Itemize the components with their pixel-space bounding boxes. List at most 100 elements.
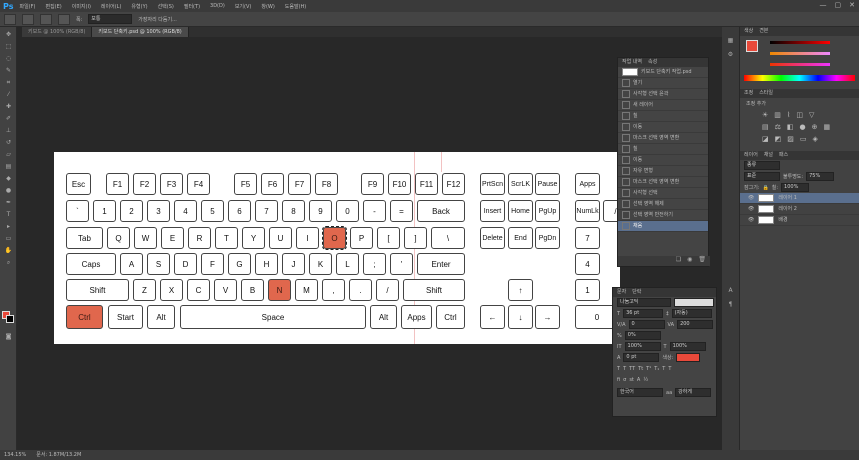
key-left-alt[interactable]: Alt: [147, 305, 175, 329]
balance-icon[interactable]: ⚖: [775, 123, 781, 131]
key-arrow-down[interactable]: ↓: [508, 305, 533, 329]
key-f12[interactable]: F12: [442, 173, 465, 195]
key-apps[interactable]: Apps: [401, 305, 432, 329]
fill-input[interactable]: 100%: [781, 183, 810, 192]
history-item[interactable]: 마스크 선택 영역 변환: [618, 177, 708, 188]
bw-icon[interactable]: ◧: [787, 123, 794, 131]
titling-icon[interactable]: A: [637, 377, 640, 383]
key-y[interactable]: Y: [242, 227, 265, 249]
menu-layer[interactable]: 레이어(L): [101, 3, 122, 10]
key-semicolon[interactable]: ;: [363, 253, 386, 275]
tool-preset-button[interactable]: [4, 13, 16, 25]
brightness-icon[interactable]: ☀: [762, 111, 768, 119]
camera-icon[interactable]: ◉: [687, 256, 692, 266]
key-right-bracket[interactable]: ]: [404, 227, 427, 249]
key-k[interactable]: K: [309, 253, 332, 275]
quick-mask-icon[interactable]: ◙: [4, 333, 13, 340]
anti-alias-select[interactable]: 강하게: [675, 388, 712, 397]
dodge-tool-icon[interactable]: ●: [4, 187, 13, 194]
key-minus[interactable]: -: [363, 200, 386, 222]
key-f3[interactable]: F3: [160, 173, 183, 195]
tab-paragraph[interactable]: 단락: [632, 288, 641, 297]
mixer-icon[interactable]: ⊕: [812, 123, 818, 131]
eye-icon[interactable]: 👁: [748, 193, 754, 203]
key-a[interactable]: A: [120, 253, 143, 275]
key-m[interactable]: M: [295, 279, 318, 301]
key-1[interactable]: 1: [93, 200, 116, 222]
paragraph-panel-icon[interactable]: ¶: [726, 301, 735, 308]
key-f8[interactable]: F8: [315, 173, 338, 195]
key-pause[interactable]: Pause: [535, 173, 560, 195]
key-p[interactable]: P: [350, 227, 373, 249]
move-tool-icon[interactable]: ✥: [4, 31, 13, 38]
eraser-tool-icon[interactable]: ▱: [4, 151, 13, 158]
menu-3d[interactable]: 3D(D): [210, 3, 225, 9]
menu-view[interactable]: 보기(V): [235, 3, 252, 10]
font-style-select[interactable]: [674, 298, 714, 307]
history-item[interactable]: 선택 영역 반전하기: [618, 210, 708, 221]
marquee-tool-icon[interactable]: ⬚: [4, 43, 13, 50]
text-color-swatch[interactable]: [676, 353, 701, 362]
key-prtscn[interactable]: PrtScn: [480, 173, 505, 195]
key-numpad-4[interactable]: 4: [575, 253, 600, 275]
font-size-input[interactable]: 36 pt: [623, 309, 664, 318]
tab-history[interactable]: 작업 내역: [622, 58, 642, 67]
key-arrow-right[interactable]: →: [535, 305, 560, 329]
invert-icon[interactable]: ◪: [762, 135, 769, 143]
levels-icon[interactable]: ▥: [774, 111, 781, 119]
vibrance-icon[interactable]: ▽: [809, 111, 814, 119]
curves-icon[interactable]: ⌇: [787, 111, 790, 119]
superscript-icon[interactable]: T¹: [646, 366, 651, 372]
key-quote[interactable]: ': [390, 253, 413, 275]
key-pgup[interactable]: PgUp: [535, 200, 560, 222]
key-f5[interactable]: F5: [234, 173, 257, 195]
key-numpad-7[interactable]: 7: [575, 227, 600, 249]
key-9[interactable]: 9: [309, 200, 332, 222]
history-item-selected[interactable]: 채움: [618, 221, 708, 232]
green-slider[interactable]: [770, 52, 830, 55]
leading-input[interactable]: (자동): [671, 309, 712, 318]
hand-tool-icon[interactable]: ✋: [4, 247, 13, 254]
key-backslash[interactable]: \: [431, 227, 465, 249]
key-g[interactable]: G: [228, 253, 251, 275]
layer-row[interactable]: 👁 레이어 1: [740, 193, 859, 204]
underline-icon[interactable]: T: [662, 366, 665, 372]
key-numpad-1[interactable]: 1: [575, 279, 600, 301]
key-x[interactable]: X: [160, 279, 183, 301]
add-selection-button[interactable]: [40, 13, 52, 25]
key-f10[interactable]: F10: [388, 173, 411, 195]
blue-slider[interactable]: [770, 63, 830, 66]
exposure-icon[interactable]: ◫: [796, 111, 803, 119]
key-left-shift[interactable]: Shift: [66, 279, 129, 301]
key-delete[interactable]: Delete: [480, 227, 505, 249]
key-l[interactable]: L: [336, 253, 359, 275]
vertical-scale-input[interactable]: 100%: [624, 342, 661, 351]
tab-document-2[interactable]: 키보드 단축키.psd @ 100% (RGB/8): [92, 27, 189, 37]
history-item[interactable]: 사각형 선택: [618, 188, 708, 199]
character-panel-icon[interactable]: A: [726, 287, 735, 294]
key-arrow-up[interactable]: ↑: [508, 279, 533, 301]
eyedropper-tool-icon[interactable]: ⁄: [4, 91, 13, 98]
key-backtick[interactable]: `: [66, 200, 89, 222]
faux-bold-icon[interactable]: T: [617, 366, 620, 372]
key-o[interactable]: O: [322, 226, 347, 250]
key-f4[interactable]: F4: [187, 173, 210, 195]
new-selection-button[interactable]: [22, 13, 34, 25]
key-backspace[interactable]: Back: [417, 200, 465, 222]
key-numpad-apps[interactable]: Apps: [575, 173, 600, 195]
tsume-input[interactable]: 0%: [624, 331, 661, 340]
tab-properties[interactable]: 속성: [648, 58, 657, 67]
history-item[interactable]: 선택 영역 해제: [618, 199, 708, 210]
key-f[interactable]: F: [201, 253, 224, 275]
all-caps-icon[interactable]: TT: [629, 366, 635, 372]
menu-filter[interactable]: 필터(T): [184, 3, 200, 10]
key-period[interactable]: .: [349, 279, 372, 301]
tab-styles[interactable]: 스타일: [759, 89, 773, 98]
key-caps[interactable]: Caps: [66, 253, 116, 275]
key-home[interactable]: Home: [508, 200, 533, 222]
key-slash[interactable]: /: [376, 279, 399, 301]
key-equals[interactable]: =: [390, 200, 413, 222]
opacity-input[interactable]: 75%: [806, 172, 835, 181]
shape-tool-icon[interactable]: ▭: [4, 235, 13, 242]
properties-panel-icon[interactable]: ⚙: [726, 51, 735, 58]
